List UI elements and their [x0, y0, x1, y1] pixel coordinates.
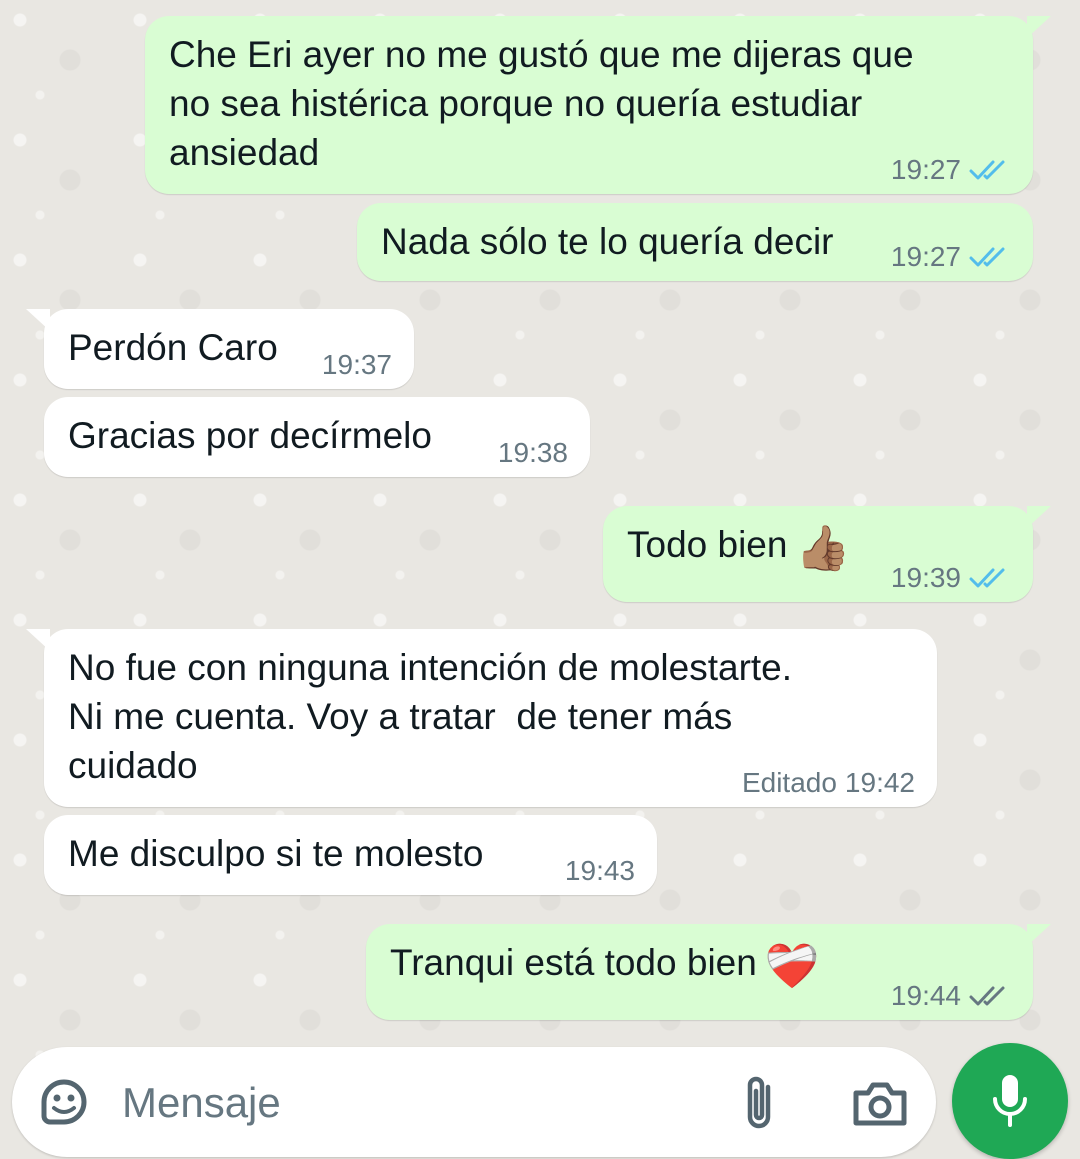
message-text-content: Todo bien: [627, 524, 788, 565]
message-bubble-received[interactable]: No fue con ninguna intención de molestar…: [26, 629, 937, 807]
message-time: 19:39: [890, 562, 961, 593]
attach-icon[interactable]: [740, 1073, 780, 1133]
message-text: Gracias por decírmelo: [68, 415, 432, 456]
message-bubble-received[interactable]: Me disculpo si te molesto 19:43: [44, 815, 657, 895]
read-receipt-icon: [969, 160, 1005, 180]
message-meta: 19:38: [498, 439, 568, 467]
message-bubble-sent[interactable]: Nada sólo te lo quería decir 19:27: [357, 203, 1033, 281]
message-bubble-sent[interactable]: Todo bien 👍🏽 19:39: [603, 506, 1051, 602]
message-time: 19:38: [497, 437, 568, 468]
message-text: Me disculpo si te molesto: [68, 833, 484, 874]
message-bubble-sent[interactable]: Che Eri ayer no me gustó que me dijeras …: [145, 16, 1051, 194]
read-receipt-icon: [969, 568, 1005, 588]
mending-heart-icon: ❤️‍🩹: [764, 942, 820, 991]
message-time: 19:42: [844, 767, 915, 798]
message-time: 19:44: [890, 980, 961, 1011]
read-receipt-icon: [969, 247, 1005, 267]
message-composer: [12, 1047, 936, 1157]
message-text-content: Tranqui está todo bien: [390, 942, 757, 983]
edited-label: Editado: [741, 767, 837, 798]
message-bubble-sent[interactable]: Tranqui está todo bien ❤️‍🩹 19:44: [366, 924, 1051, 1020]
message-time: 19:37: [321, 349, 392, 380]
message-time: 19:43: [564, 855, 635, 886]
sticker-icon[interactable]: [36, 1074, 92, 1130]
voice-message-button[interactable]: [952, 1043, 1068, 1159]
message-meta: 19:37: [322, 351, 392, 379]
message-meta: Editado 19:42: [742, 769, 915, 797]
message-meta: 19:44: [891, 982, 1011, 1010]
message-input[interactable]: [120, 1069, 684, 1137]
message-time: 19:27: [890, 154, 961, 185]
message-text: Che Eri ayer no me gustó que me dijeras …: [169, 34, 914, 173]
camera-icon[interactable]: [850, 1077, 910, 1129]
message-meta: 19:27: [891, 243, 1011, 271]
message-time: 19:27: [890, 241, 961, 272]
delivered-receipt-icon: [969, 986, 1005, 1006]
message-list[interactable]: Che Eri ayer no me gustó que me dijeras …: [0, 0, 1080, 1040]
mic-icon: [993, 1075, 1027, 1127]
message-meta: 19:39: [891, 564, 1011, 592]
message-meta: 19:27: [891, 156, 1011, 184]
thumbs-up-icon: 👍🏽: [795, 524, 851, 573]
message-meta: 19:43: [565, 857, 635, 885]
message-bubble-received[interactable]: Gracias por decírmelo 19:38: [44, 397, 590, 477]
message-bubble-received[interactable]: Perdón Caro 19:37: [26, 309, 414, 389]
